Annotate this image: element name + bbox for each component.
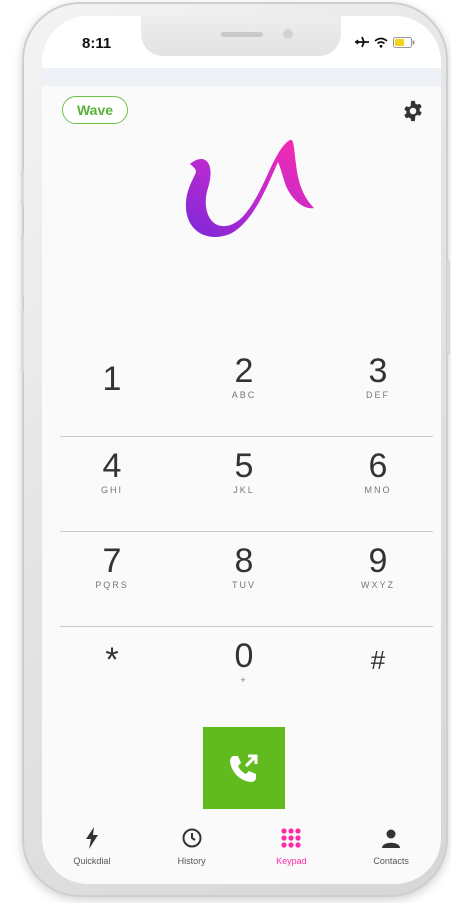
clock-icon xyxy=(182,828,202,848)
keypad-row: 4 GHI 5 JKL 6 MNO xyxy=(42,437,441,532)
tab-history[interactable]: History xyxy=(142,816,242,884)
key-2[interactable]: 2 ABC xyxy=(194,354,294,400)
tab-contacts[interactable]: Contacts xyxy=(341,816,441,884)
key-digit: # xyxy=(370,645,386,675)
tab-label: Contacts xyxy=(373,856,409,866)
key-digit: 1 xyxy=(102,360,122,398)
key-5[interactable]: 5 JKL xyxy=(194,449,294,495)
key-1[interactable]: 1 xyxy=(62,362,162,398)
phone-call-icon xyxy=(230,754,258,782)
key-7[interactable]: 7 PQRS xyxy=(62,544,162,590)
lightning-icon xyxy=(85,827,98,849)
key-digit: 6 xyxy=(368,447,388,485)
speaker xyxy=(221,32,263,37)
dial-keypad: 1 2 ABC 3 DEF 4 GHI 5 JKL 6 MNO 7 PQRS 8… xyxy=(42,342,441,722)
key-digit: 0 xyxy=(234,637,254,675)
keypad-grid-icon xyxy=(281,828,301,848)
key-3[interactable]: 3 DEF xyxy=(328,354,428,400)
phone-notch xyxy=(141,16,341,56)
phone-screen: 8:11 Wave 1 2 ABC 3 DEF 4 GHI 5 JKL 6 MN… xyxy=(42,16,441,884)
person-icon xyxy=(382,829,401,848)
key-letters: GHI xyxy=(100,485,123,495)
status-time: 8:11 xyxy=(82,35,112,52)
tab-label: History xyxy=(177,856,206,866)
key-digit: 4 xyxy=(102,447,122,485)
front-camera xyxy=(283,29,293,39)
call-button[interactable] xyxy=(203,727,285,809)
tab-label: Keypad xyxy=(276,856,307,866)
key-digit: 2 xyxy=(234,352,254,390)
airplane-icon xyxy=(355,36,369,48)
key-digit: 5 xyxy=(234,447,254,485)
status-band xyxy=(42,68,441,86)
key-hash[interactable]: # xyxy=(328,643,428,679)
tab-label: Quickdial xyxy=(73,856,111,866)
tab-bar: Quickdial History Keypad Contacts xyxy=(42,816,441,884)
battery-icon xyxy=(393,36,415,48)
volume-up-button xyxy=(21,235,24,297)
key-8[interactable]: 8 TUV xyxy=(194,544,294,590)
volume-down-button xyxy=(21,310,24,372)
key-letters: WXYZ xyxy=(361,580,395,590)
key-letters: ABC xyxy=(231,390,257,400)
mute-switch xyxy=(21,170,24,206)
key-9[interactable]: 9 WXYZ xyxy=(328,544,428,590)
key-4[interactable]: 4 GHI xyxy=(62,449,162,495)
key-letters: JKL xyxy=(233,485,255,495)
key-letters: PQRS xyxy=(95,580,129,590)
tab-keypad[interactable]: Keypad xyxy=(242,816,342,884)
keypad-row: 1 2 ABC 3 DEF xyxy=(42,342,441,437)
key-digit: * xyxy=(105,641,119,679)
key-letters: TUV xyxy=(232,580,256,590)
key-letters: + xyxy=(240,675,248,685)
key-0[interactable]: 0 + xyxy=(194,639,294,685)
keypad-row: 7 PQRS 8 TUV 9 WXYZ xyxy=(42,532,441,627)
key-6[interactable]: 6 MNO xyxy=(328,449,428,495)
keypad-row: * 0 + # xyxy=(42,627,441,722)
tab-quickdial[interactable]: Quickdial xyxy=(42,816,142,884)
status-icons xyxy=(355,36,415,48)
key-digit: 7 xyxy=(102,542,122,580)
wave-button[interactable]: Wave xyxy=(62,96,128,124)
wifi-icon xyxy=(374,37,388,48)
key-digit: 8 xyxy=(234,542,254,580)
key-letters: DEF xyxy=(366,390,390,400)
key-letters: MNO xyxy=(364,485,392,495)
wave-logo xyxy=(185,139,314,238)
power-button xyxy=(447,260,450,355)
key-star[interactable]: * xyxy=(62,643,162,679)
settings-gear-icon[interactable] xyxy=(402,100,424,122)
key-digit: 9 xyxy=(368,542,388,580)
key-digit: 3 xyxy=(368,352,388,390)
